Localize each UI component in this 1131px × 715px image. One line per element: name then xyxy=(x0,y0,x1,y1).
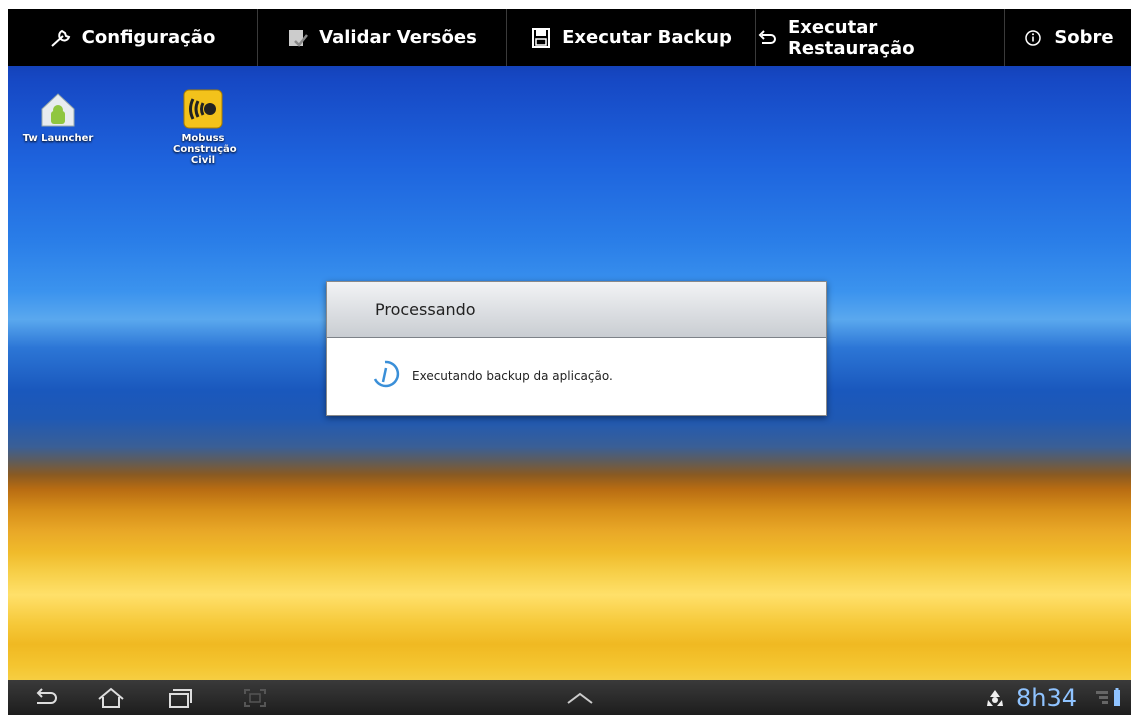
screenshot-icon[interactable] xyxy=(241,680,269,715)
executar-backup-button[interactable]: Executar Backup xyxy=(507,9,756,66)
up-chevron-icon[interactable] xyxy=(563,680,597,715)
home-icon[interactable] xyxy=(94,680,128,715)
sobre-label: Sobre xyxy=(1054,27,1114,48)
wrench-icon xyxy=(50,27,72,49)
recycle-icon xyxy=(983,680,1007,715)
mobuss-shortcut[interactable]: Mobuss Construção Civil xyxy=(163,89,243,166)
executar-restauracao-label: Executar Restauração xyxy=(788,16,915,59)
processing-dialog: Processando Executando backup da aplicaç… xyxy=(326,281,827,416)
configuracao-button[interactable]: Configuração xyxy=(8,9,258,66)
check-document-icon xyxy=(287,27,309,49)
mobuss-label: Mobuss Construção Civil xyxy=(173,133,237,166)
undo-arrow-icon xyxy=(756,27,778,49)
system-bar: 8h34 xyxy=(8,680,1131,715)
sobre-button[interactable]: Sobre xyxy=(1005,9,1131,66)
loading-spinner-icon xyxy=(370,359,400,393)
dialog-body: Executando backup da aplicação. xyxy=(327,338,826,414)
android-home-icon xyxy=(38,89,78,129)
dialog-title: Processando xyxy=(327,282,826,338)
recent-apps-icon[interactable] xyxy=(164,680,194,715)
battery-icon xyxy=(1111,680,1123,715)
info-icon xyxy=(1022,27,1044,49)
signal-icon xyxy=(1095,680,1109,715)
dialog-message: Executando backup da aplicação. xyxy=(412,369,613,383)
mobuss-app-icon xyxy=(183,89,223,129)
validar-versoes-label: Validar Versões xyxy=(319,27,477,48)
configuracao-label: Configuração xyxy=(81,27,216,48)
executar-restauracao-button[interactable]: Executar Restauração xyxy=(756,9,1005,66)
tw-launcher-label: Tw Launcher xyxy=(22,133,94,144)
back-icon[interactable] xyxy=(30,680,62,715)
tw-launcher-shortcut[interactable]: Tw Launcher xyxy=(18,89,98,144)
clock: 8h34 xyxy=(1016,683,1078,712)
tablet-screen: Configuração Validar Versões Executar Ba… xyxy=(8,9,1131,715)
validar-versoes-button[interactable]: Validar Versões xyxy=(258,9,507,66)
action-bar: Configuração Validar Versões Executar Ba… xyxy=(8,9,1131,66)
executar-backup-label: Executar Backup xyxy=(562,27,732,48)
save-disk-icon xyxy=(530,27,552,49)
